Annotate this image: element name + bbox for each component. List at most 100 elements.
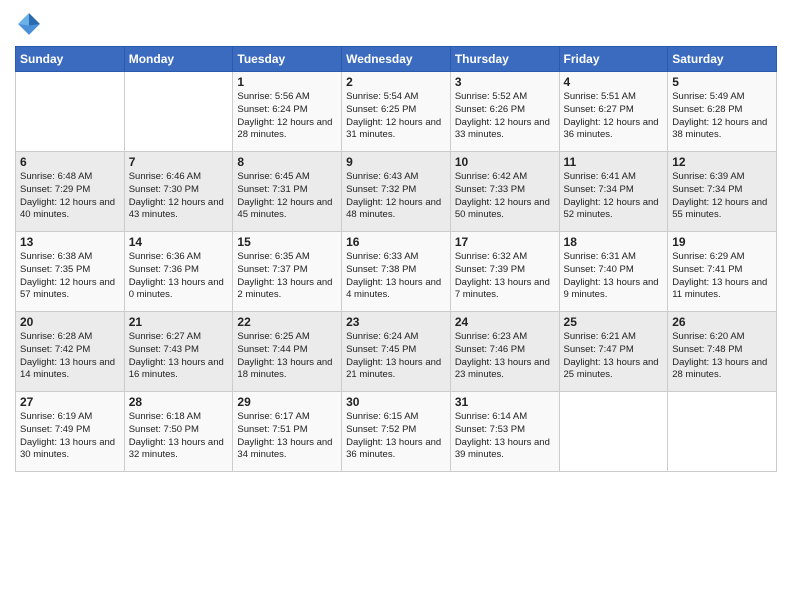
day-cell: 5 Sunrise: 5:49 AM Sunset: 6:28 PM Daylig… xyxy=(668,72,777,152)
week-row-4: 20Sunrise: 6:28 AM Sunset: 7:42 PM Dayli… xyxy=(16,312,777,392)
logo xyxy=(15,10,47,38)
week-row-3: 13Sunrise: 6:38 AM Sunset: 7:35 PM Dayli… xyxy=(16,232,777,312)
logo-icon xyxy=(15,10,43,38)
day-number: 21 xyxy=(129,315,229,329)
col-header-saturday: Saturday xyxy=(668,47,777,72)
day-cell: 7 Sunrise: 6:46 AM Sunset: 7:30 PM Daylig… xyxy=(124,152,233,232)
day-cell: 18 Sunrise: 6:31 AM Sunset: 7:40 PM Dayli… xyxy=(559,232,668,312)
day-number: 9 xyxy=(346,155,446,169)
day-number: 7 xyxy=(129,155,229,169)
day-number: 20 xyxy=(20,315,120,329)
day-info: Sunrise: 5:51 AM Sunset: 6:27 PM Dayligh… xyxy=(564,91,664,142)
col-header-thursday: Thursday xyxy=(450,47,559,72)
day-cell: 28Sunrise: 6:18 AM Sunset: 7:50 PM Dayli… xyxy=(124,392,233,472)
day-info: Sunrise: 5:56 AM Sunset: 6:24 PM Dayligh… xyxy=(237,91,337,142)
day-info: Sunrise: 6:21 AM Sunset: 7:47 PM Dayligh… xyxy=(564,331,664,382)
day-number: 11 xyxy=(564,155,664,169)
day-cell: 29 Sunrise: 6:17 AM Sunset: 7:51 PM Dayli… xyxy=(233,392,342,472)
day-info: Sunrise: 6:24 AM Sunset: 7:45 PM Dayligh… xyxy=(346,331,446,382)
day-number: 4 xyxy=(564,75,664,89)
day-info: Sunrise: 6:14 AM Sunset: 7:53 PM Dayligh… xyxy=(455,411,555,462)
col-header-monday: Monday xyxy=(124,47,233,72)
day-number: 10 xyxy=(455,155,555,169)
day-cell: 1 Sunrise: 5:56 AM Sunset: 6:24 PM Daylig… xyxy=(233,72,342,152)
day-cell: 16 Sunrise: 6:33 AM Sunset: 7:38 PM Dayli… xyxy=(342,232,451,312)
day-cell: 2Sunrise: 5:54 AM Sunset: 6:25 PM Daylig… xyxy=(342,72,451,152)
day-info: Sunrise: 6:39 AM Sunset: 7:34 PM Dayligh… xyxy=(672,171,772,222)
day-info: Sunrise: 6:48 AM Sunset: 7:29 PM Dayligh… xyxy=(20,171,120,222)
day-number: 16 xyxy=(346,235,446,249)
day-number: 23 xyxy=(346,315,446,329)
day-cell: 26 Sunrise: 6:20 AM Sunset: 7:48 PM Dayli… xyxy=(668,312,777,392)
day-info: Sunrise: 6:20 AM Sunset: 7:48 PM Dayligh… xyxy=(672,331,772,382)
day-cell xyxy=(559,392,668,472)
day-number: 5 xyxy=(672,75,772,89)
day-cell: 23 Sunrise: 6:24 AM Sunset: 7:45 PM Dayli… xyxy=(342,312,451,392)
day-cell: 13Sunrise: 6:38 AM Sunset: 7:35 PM Dayli… xyxy=(16,232,125,312)
col-header-wednesday: Wednesday xyxy=(342,47,451,72)
day-cell: 4 Sunrise: 5:51 AM Sunset: 6:27 PM Daylig… xyxy=(559,72,668,152)
calendar-table: SundayMondayTuesdayWednesdayThursdayFrid… xyxy=(15,46,777,472)
day-number: 29 xyxy=(237,395,337,409)
day-number: 17 xyxy=(455,235,555,249)
day-info: Sunrise: 6:19 AM Sunset: 7:49 PM Dayligh… xyxy=(20,411,120,462)
day-number: 12 xyxy=(672,155,772,169)
day-cell: 31Sunrise: 6:14 AM Sunset: 7:53 PM Dayli… xyxy=(450,392,559,472)
day-info: Sunrise: 6:25 AM Sunset: 7:44 PM Dayligh… xyxy=(237,331,337,382)
day-info: Sunrise: 6:36 AM Sunset: 7:36 PM Dayligh… xyxy=(129,251,229,302)
day-cell: 8 Sunrise: 6:45 AM Sunset: 7:31 PM Daylig… xyxy=(233,152,342,232)
day-number: 6 xyxy=(20,155,120,169)
day-number: 26 xyxy=(672,315,772,329)
day-cell: 3 Sunrise: 5:52 AM Sunset: 6:26 PM Daylig… xyxy=(450,72,559,152)
header-row: SundayMondayTuesdayWednesdayThursdayFrid… xyxy=(16,47,777,72)
day-cell xyxy=(16,72,125,152)
day-number: 22 xyxy=(237,315,337,329)
page: SundayMondayTuesdayWednesdayThursdayFrid… xyxy=(0,0,792,612)
day-cell: 12 Sunrise: 6:39 AM Sunset: 7:34 PM Dayli… xyxy=(668,152,777,232)
day-number: 2 xyxy=(346,75,446,89)
day-info: Sunrise: 6:31 AM Sunset: 7:40 PM Dayligh… xyxy=(564,251,664,302)
day-number: 25 xyxy=(564,315,664,329)
day-info: Sunrise: 5:52 AM Sunset: 6:26 PM Dayligh… xyxy=(455,91,555,142)
day-number: 18 xyxy=(564,235,664,249)
day-number: 14 xyxy=(129,235,229,249)
day-info: Sunrise: 5:49 AM Sunset: 6:28 PM Dayligh… xyxy=(672,91,772,142)
day-number: 1 xyxy=(237,75,337,89)
day-info: Sunrise: 6:29 AM Sunset: 7:41 PM Dayligh… xyxy=(672,251,772,302)
day-cell: 10 Sunrise: 6:42 AM Sunset: 7:33 PM Dayli… xyxy=(450,152,559,232)
day-cell: 21Sunrise: 6:27 AM Sunset: 7:43 PM Dayli… xyxy=(124,312,233,392)
day-info: Sunrise: 6:46 AM Sunset: 7:30 PM Dayligh… xyxy=(129,171,229,222)
day-number: 24 xyxy=(455,315,555,329)
day-number: 15 xyxy=(237,235,337,249)
day-info: Sunrise: 6:18 AM Sunset: 7:50 PM Dayligh… xyxy=(129,411,229,462)
day-info: Sunrise: 6:35 AM Sunset: 7:37 PM Dayligh… xyxy=(237,251,337,302)
day-cell xyxy=(668,392,777,472)
day-info: Sunrise: 6:42 AM Sunset: 7:33 PM Dayligh… xyxy=(455,171,555,222)
day-info: Sunrise: 6:23 AM Sunset: 7:46 PM Dayligh… xyxy=(455,331,555,382)
day-number: 27 xyxy=(20,395,120,409)
day-info: Sunrise: 6:17 AM Sunset: 7:51 PM Dayligh… xyxy=(237,411,337,462)
day-info: Sunrise: 6:32 AM Sunset: 7:39 PM Dayligh… xyxy=(455,251,555,302)
day-cell: 11 Sunrise: 6:41 AM Sunset: 7:34 PM Dayli… xyxy=(559,152,668,232)
col-header-tuesday: Tuesday xyxy=(233,47,342,72)
header xyxy=(15,10,777,38)
day-number: 8 xyxy=(237,155,337,169)
day-info: Sunrise: 6:43 AM Sunset: 7:32 PM Dayligh… xyxy=(346,171,446,222)
day-cell: 22 Sunrise: 6:25 AM Sunset: 7:44 PM Dayli… xyxy=(233,312,342,392)
day-number: 3 xyxy=(455,75,555,89)
day-cell: 19 Sunrise: 6:29 AM Sunset: 7:41 PM Dayli… xyxy=(668,232,777,312)
day-cell: 20Sunrise: 6:28 AM Sunset: 7:42 PM Dayli… xyxy=(16,312,125,392)
day-info: Sunrise: 6:33 AM Sunset: 7:38 PM Dayligh… xyxy=(346,251,446,302)
week-row-1: 1 Sunrise: 5:56 AM Sunset: 6:24 PM Daylig… xyxy=(16,72,777,152)
day-cell: 27 Sunrise: 6:19 AM Sunset: 7:49 PM Dayli… xyxy=(16,392,125,472)
day-cell: 6 Sunrise: 6:48 AM Sunset: 7:29 PM Daylig… xyxy=(16,152,125,232)
week-row-5: 27 Sunrise: 6:19 AM Sunset: 7:49 PM Dayli… xyxy=(16,392,777,472)
col-header-sunday: Sunday xyxy=(16,47,125,72)
day-number: 19 xyxy=(672,235,772,249)
day-cell: 24 Sunrise: 6:23 AM Sunset: 7:46 PM Dayli… xyxy=(450,312,559,392)
day-number: 13 xyxy=(20,235,120,249)
day-cell: 17 Sunrise: 6:32 AM Sunset: 7:39 PM Dayli… xyxy=(450,232,559,312)
day-info: Sunrise: 6:41 AM Sunset: 7:34 PM Dayligh… xyxy=(564,171,664,222)
week-row-2: 6 Sunrise: 6:48 AM Sunset: 7:29 PM Daylig… xyxy=(16,152,777,232)
day-info: Sunrise: 6:45 AM Sunset: 7:31 PM Dayligh… xyxy=(237,171,337,222)
